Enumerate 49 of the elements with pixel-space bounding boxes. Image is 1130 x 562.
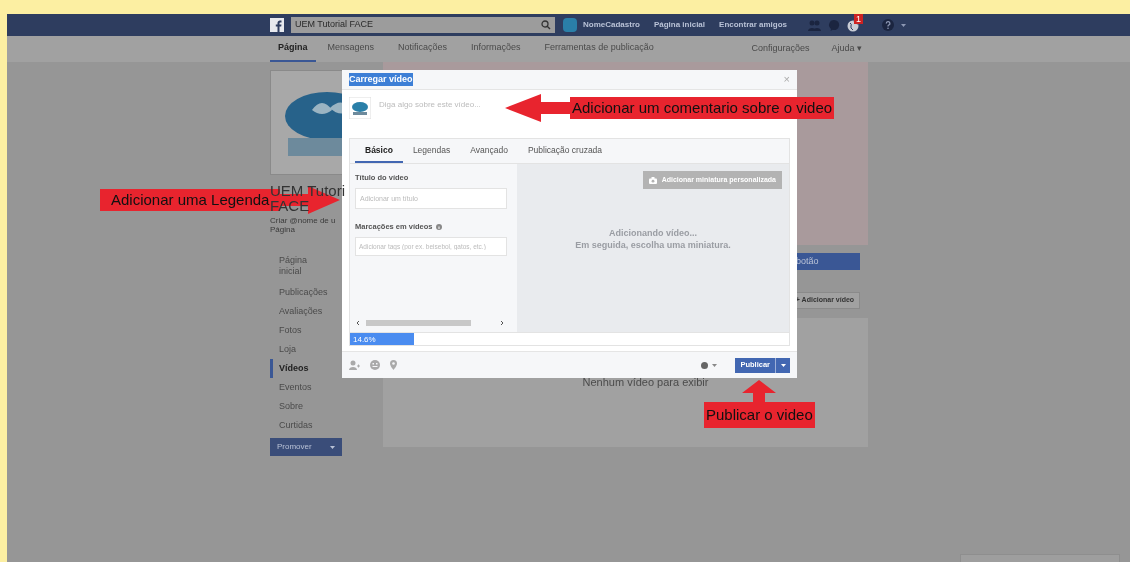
dialog-tab[interactable]: Avançado — [460, 139, 518, 163]
sidebar-item[interactable]: Sobre — [270, 397, 383, 416]
status-text: Adicionando vídeo... — [609, 227, 697, 239]
sidebar-item[interactable]: Curtidas — [270, 416, 383, 435]
caret-icon[interactable] — [901, 23, 907, 27]
caret-icon — [330, 445, 335, 449]
caret-icon — [780, 363, 786, 367]
dialog-tab[interactable]: Básico — [355, 139, 403, 163]
page-avatar-icon — [349, 97, 371, 119]
page-tab[interactable]: Ferramentas de publicação — [532, 36, 666, 62]
emoji-icon[interactable] — [370, 360, 380, 370]
settings-tab[interactable]: Configurações — [751, 36, 832, 62]
sidebar-item[interactable]: Eventos — [270, 378, 383, 397]
status-text: Em seguida, escolha uma miniatura. — [575, 239, 731, 251]
home-link[interactable]: Página inicial — [653, 19, 706, 31]
annotation-label: Adicionar um comentario sobre o video — [570, 97, 835, 119]
profile-link[interactable]: NomeCadastro — [583, 19, 640, 31]
close-button[interactable]: × — [783, 71, 790, 88]
notification-badge: 1 — [854, 13, 864, 24]
find-friends-link[interactable]: Encontrar amigos — [719, 19, 788, 31]
dialog-tab[interactable]: Publicação cruzada — [517, 139, 613, 163]
search-field[interactable]: UEM Tutorial FACE — [291, 17, 555, 33]
publish-options-button[interactable] — [775, 357, 790, 373]
dialog-title: Carregar vídeo — [349, 72, 413, 87]
avatar-icon[interactable] — [563, 18, 577, 32]
comment-field[interactable]: Diga algo sobre este vídeo... — [379, 99, 504, 111]
info-icon[interactable] — [435, 223, 442, 230]
annotation-arrow — [742, 380, 777, 402]
progress-bar: 14.6% — [350, 333, 415, 345]
annotation-label: Publicar o video — [704, 402, 815, 428]
help-icon[interactable] — [882, 19, 895, 31]
page-tab[interactable]: Informações — [459, 36, 533, 62]
camera-icon — [648, 176, 657, 184]
audience-globe-icon[interactable] — [701, 361, 719, 369]
page-tab[interactable]: Notificações — [386, 36, 460, 62]
username-hint: Página — [270, 225, 295, 234]
page-tab[interactable]: Mensagens — [315, 36, 387, 62]
username-hint[interactable]: Criar @nome de u — [270, 216, 336, 225]
search-icon[interactable] — [541, 20, 551, 30]
dialog-tab[interactable]: Legendas — [402, 139, 461, 163]
help-tab[interactable]: Ajuda ▾ — [831, 36, 868, 62]
annotation-arrow — [505, 94, 570, 122]
tag-person-icon[interactable] — [349, 360, 360, 370]
logo-icon[interactable] — [270, 18, 284, 32]
page-tab[interactable]: Página — [270, 36, 316, 62]
location-pin-icon[interactable] — [390, 360, 397, 370]
promote-button[interactable]: Promover — [270, 438, 342, 456]
empty-message: Nenhum vídeo para exibir — [581, 375, 709, 390]
sidebar-item[interactable]: Página inicial — [270, 255, 320, 277]
